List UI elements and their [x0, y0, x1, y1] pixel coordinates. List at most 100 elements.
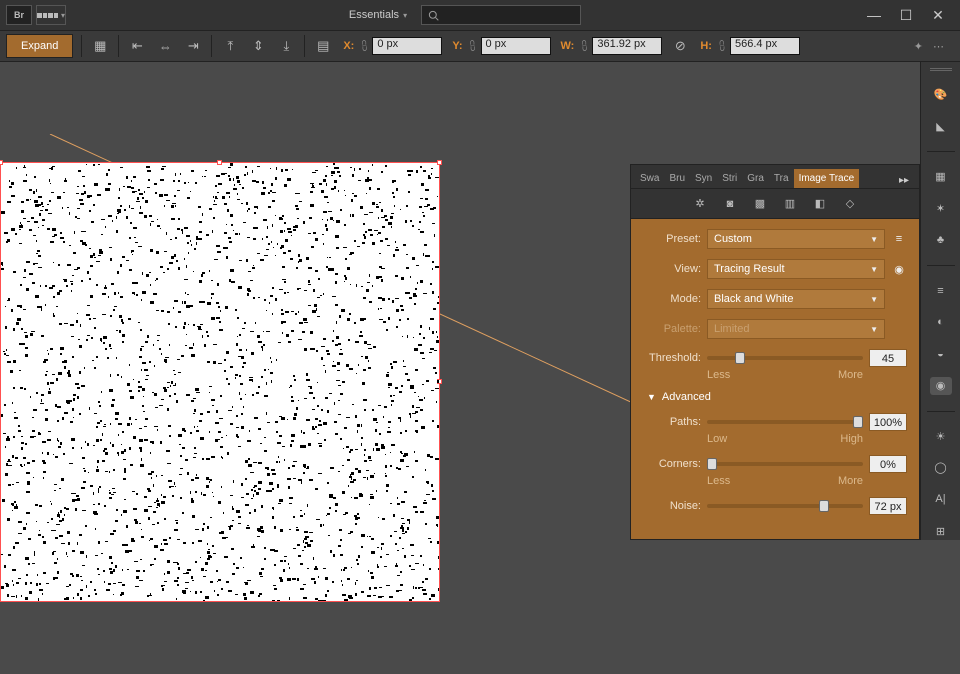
view-label: View:	[643, 263, 701, 275]
search-input[interactable]	[421, 5, 581, 25]
brushes-panel-icon[interactable]: ✶	[930, 200, 952, 218]
x-input[interactable]: 0 px	[372, 37, 442, 55]
right-dock: 🎨 ◣ ▦ ✶ ♣ ≡ ◐ ◒ ◉ ☀ ◯ A| ⊞	[920, 62, 960, 540]
traced-image	[1, 163, 439, 601]
w-input[interactable]: 361.92 px	[592, 37, 662, 55]
link-icon[interactable]: ⩉	[467, 39, 479, 53]
tab-brushes[interactable]: Bru	[664, 169, 690, 188]
view-dropdown[interactable]: Tracing Result▼	[707, 259, 885, 279]
menu-icon[interactable]: ⋯	[933, 40, 944, 53]
transparency-panel-icon[interactable]: ◒	[930, 345, 952, 363]
image-trace-panel-icon[interactable]: ◉	[930, 377, 952, 395]
paths-label: Paths:	[643, 416, 701, 428]
link-icon[interactable]: ⩉	[578, 39, 590, 53]
constrain-icon[interactable]: ⊘	[670, 36, 690, 56]
tab-transparency[interactable]: Tra	[769, 169, 794, 188]
corners-label: Corners:	[643, 458, 701, 470]
preset-gray-icon[interactable]: ▥	[781, 195, 799, 213]
preset-auto-icon[interactable]: ✲	[691, 195, 709, 213]
x-label: X:	[341, 40, 356, 52]
triangle-down-icon: ▼	[647, 392, 656, 402]
expand-button[interactable]: Expand	[6, 34, 73, 58]
distribute-icon[interactable]: ▤	[313, 36, 333, 56]
preset-menu-icon[interactable]: ≡	[891, 233, 907, 245]
threshold-slider[interactable]	[707, 356, 863, 360]
chevron-down-icon: ▼	[870, 235, 878, 244]
minimize-button[interactable]: —	[858, 4, 890, 26]
noise-slider[interactable]	[707, 504, 863, 508]
search-icon	[428, 10, 439, 21]
paths-slider[interactable]	[707, 420, 863, 424]
corners-slider[interactable]	[707, 462, 863, 466]
tab-swatches[interactable]: Swa	[635, 169, 664, 188]
transform-panel-icon[interactable]: ⊞	[930, 522, 952, 540]
chevron-down-icon: ▼	[870, 295, 878, 304]
color-guide-icon[interactable]: ◣	[930, 118, 952, 136]
artboard-selection[interactable]	[0, 162, 440, 602]
color-panel-icon[interactable]: 🎨	[930, 86, 952, 104]
tab-image-trace[interactable]: Image Trace	[794, 169, 860, 188]
image-trace-panel: Swa Bru Syn Stri Gra Tra Image Trace ▸▸ …	[630, 164, 920, 540]
appearance-panel-icon[interactable]: ☀	[930, 427, 952, 445]
preset-label: Preset:	[643, 233, 701, 245]
tab-stroke[interactable]: Stri	[717, 169, 742, 188]
less-label: Less	[707, 475, 730, 487]
slider-thumb[interactable]	[735, 352, 745, 364]
preset-lowcolor-icon[interactable]: ▩	[751, 195, 769, 213]
align-bottom-icon[interactable]: ⤓	[276, 36, 296, 56]
separator	[304, 35, 305, 57]
align-top-icon[interactable]: ⤒	[220, 36, 240, 56]
separator	[211, 35, 212, 57]
graphic-styles-icon[interactable]: ◯	[930, 459, 952, 477]
reference-point-icon[interactable]: ▦	[90, 36, 110, 56]
panel-expand-icon[interactable]: ▸▸	[893, 173, 915, 188]
more-label: More	[838, 369, 863, 381]
noise-value[interactable]: 72 px	[869, 497, 907, 515]
workspace-switcher[interactable]: Essentials ▾	[343, 5, 413, 25]
mode-dropdown[interactable]: Black and White▼	[707, 289, 885, 309]
separator	[118, 35, 119, 57]
preset-outline-icon[interactable]: ◇	[841, 195, 859, 213]
threshold-value[interactable]: 45	[869, 349, 907, 367]
symbols-panel-icon[interactable]: ♣	[930, 231, 952, 249]
swatches-panel-icon[interactable]: ▦	[930, 168, 952, 186]
link-icon[interactable]: ⩉	[716, 39, 728, 53]
preset-photo-icon[interactable]: ◙	[721, 195, 739, 213]
preset-dropdown[interactable]: Custom▼	[707, 229, 885, 249]
h-input[interactable]: 566.4 px	[730, 37, 800, 55]
advanced-toggle[interactable]: ▼Advanced	[647, 391, 907, 403]
maximize-button[interactable]: ☐	[890, 4, 922, 26]
y-input[interactable]: 0 px	[481, 37, 551, 55]
separator	[927, 151, 955, 152]
workspace-label: Essentials	[349, 9, 399, 21]
align-left-icon[interactable]: ⇤	[127, 36, 147, 56]
h-label: H:	[698, 40, 714, 52]
corners-value[interactable]: 0%	[869, 455, 907, 473]
arrange-documents-button[interactable]: ▾	[36, 5, 66, 25]
slider-thumb[interactable]	[707, 458, 717, 470]
slider-thumb[interactable]	[853, 416, 863, 428]
link-icon[interactable]: ⩉	[358, 39, 370, 53]
dock-gripper[interactable]	[930, 68, 952, 71]
tab-symbols[interactable]: Syn	[690, 169, 717, 188]
align-center-h-icon[interactable]: ⇔	[155, 36, 175, 56]
preset-icon-row: ✲ ◙ ▩ ▥ ◧ ◇	[631, 189, 919, 219]
eye-icon[interactable]: ◉	[891, 263, 907, 276]
bridge-button[interactable]: Br	[6, 5, 32, 25]
y-label: Y:	[450, 40, 464, 52]
align-center-v-icon[interactable]: ⇕	[248, 36, 268, 56]
close-button[interactable]: ✕	[922, 4, 954, 26]
panel-tabstrip: Swa Bru Syn Stri Gra Tra Image Trace ▸▸	[631, 165, 919, 189]
separator	[927, 265, 955, 266]
threshold-label: Threshold:	[643, 352, 701, 364]
align-right-icon[interactable]: ⇥	[183, 36, 203, 56]
gradient-panel-icon[interactable]: ◐	[930, 314, 952, 332]
transform-icon[interactable]: ✦	[914, 40, 923, 53]
stroke-panel-icon[interactable]: ≡	[930, 282, 952, 300]
chevron-down-icon: ▼	[870, 325, 878, 334]
slider-thumb[interactable]	[819, 500, 829, 512]
preset-bw-icon[interactable]: ◧	[811, 195, 829, 213]
paths-value[interactable]: 100%	[869, 413, 907, 431]
align-panel-icon[interactable]: A|	[930, 491, 952, 509]
tab-gradient[interactable]: Gra	[742, 169, 769, 188]
